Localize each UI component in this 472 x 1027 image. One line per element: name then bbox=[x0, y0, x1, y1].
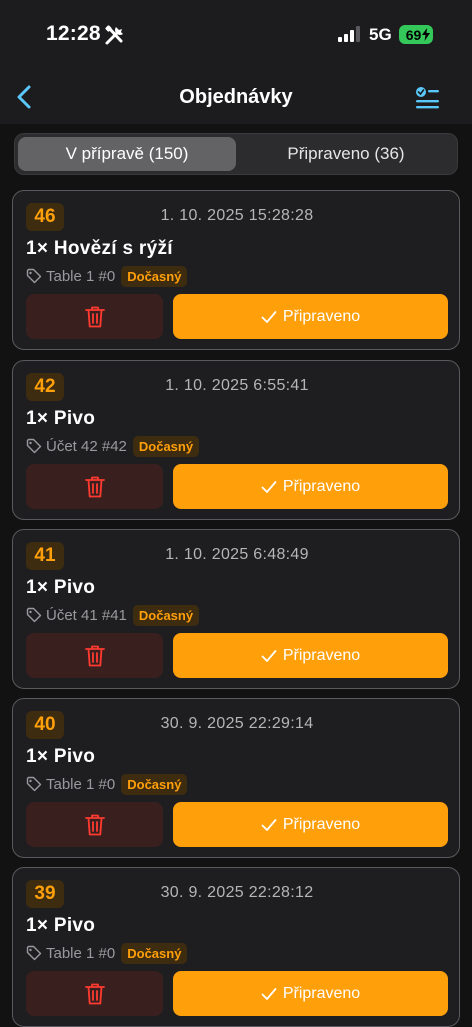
mark-ready-button[interactable]: Připraveno bbox=[173, 464, 448, 509]
trash-icon bbox=[84, 306, 105, 327]
mark-ready-button[interactable]: Připraveno bbox=[173, 633, 448, 678]
tag-icon bbox=[26, 607, 42, 623]
delete-button[interactable] bbox=[26, 464, 163, 509]
order-card: 39 30. 9. 2025 22:28:12 1× Pivo Table 1 … bbox=[12, 867, 460, 1027]
checkmark-icon bbox=[261, 480, 277, 493]
checkmark-icon bbox=[261, 818, 277, 831]
checkmark-icon bbox=[261, 649, 277, 662]
status-badge: Dočasný bbox=[121, 773, 188, 795]
mark-ready-label: Připraveno bbox=[282, 984, 361, 1002]
order-meta: Table 1 #0 Dočasný bbox=[26, 773, 188, 795]
status-bar: 12:28 5G 69 bbox=[0, 0, 472, 72]
checkmark-icon bbox=[261, 987, 277, 1000]
order-meta: Účet 41 #41 Dočasný bbox=[26, 604, 200, 626]
status-badge: Dočasný bbox=[121, 265, 188, 287]
mark-ready-button[interactable]: Připraveno bbox=[173, 802, 448, 847]
status-time: 12:28 bbox=[46, 22, 101, 45]
order-item: 1× Hovězí s rýží bbox=[26, 238, 173, 259]
order-item: 1× Pivo bbox=[26, 577, 96, 598]
order-timestamp: 1. 10. 2025 15:28:28 bbox=[160, 207, 314, 224]
trash-icon bbox=[84, 814, 105, 835]
delete-button[interactable] bbox=[26, 633, 163, 678]
delete-button[interactable] bbox=[26, 971, 163, 1016]
order-item: 1× Pivo bbox=[26, 746, 96, 767]
bolt-icon bbox=[422, 28, 430, 41]
order-card: 41 1. 10. 2025 6:48:49 1× Pivo Účet 41 #… bbox=[12, 529, 460, 689]
order-timestamp: 30. 9. 2025 22:29:14 bbox=[160, 715, 314, 732]
order-number-badge: 42 bbox=[26, 373, 64, 401]
order-meta: Účet 42 #42 Dočasný bbox=[26, 435, 200, 457]
status-badge: Dočasný bbox=[132, 604, 200, 626]
page-title: Objednávky bbox=[179, 86, 293, 108]
tools-icon bbox=[105, 25, 123, 45]
mark-ready-label: Připraveno bbox=[282, 646, 361, 664]
tag-icon bbox=[26, 945, 42, 961]
checkmark-icon bbox=[261, 310, 277, 323]
order-number-badge: 46 bbox=[26, 203, 64, 231]
signal-icon bbox=[338, 26, 360, 42]
delete-button[interactable] bbox=[26, 802, 163, 847]
order-card: 40 30. 9. 2025 22:29:14 1× Pivo Table 1 … bbox=[12, 698, 460, 858]
order-timestamp: 1. 10. 2025 6:55:41 bbox=[165, 377, 309, 394]
network-label: 5G bbox=[369, 25, 392, 44]
tag-icon bbox=[26, 268, 42, 284]
account-label: Table 1 #0 bbox=[46, 267, 116, 285]
navigation-bar: Objednávky bbox=[0, 72, 472, 124]
order-timestamp: 1. 10. 2025 6:48:49 bbox=[165, 546, 309, 563]
order-item: 1× Pivo bbox=[26, 408, 96, 429]
tab-in-preparation[interactable]: V přípravě (150) bbox=[18, 137, 236, 171]
trash-icon bbox=[84, 476, 105, 497]
order-meta: Table 1 #0 Dočasný bbox=[26, 942, 188, 964]
order-number-badge: 39 bbox=[26, 880, 64, 908]
account-label: Účet 42 #42 bbox=[46, 437, 127, 455]
battery-icon: 69 bbox=[399, 25, 433, 44]
order-timestamp: 30. 9. 2025 22:28:12 bbox=[160, 884, 314, 901]
order-item: 1× Pivo bbox=[26, 915, 96, 936]
mark-ready-label: Připraveno bbox=[282, 307, 361, 325]
tag-icon bbox=[26, 776, 42, 792]
status-badge: Dočasný bbox=[121, 942, 188, 964]
tag-icon bbox=[26, 438, 42, 454]
order-card: 42 1. 10. 2025 6:55:41 1× Pivo Účet 42 #… bbox=[12, 360, 460, 520]
order-number-badge: 41 bbox=[26, 542, 64, 570]
mark-ready-label: Připraveno bbox=[282, 815, 361, 833]
account-label: Účet 41 #41 bbox=[46, 606, 127, 624]
status-badge: Dočasný bbox=[132, 435, 200, 457]
trash-icon bbox=[84, 983, 105, 1004]
account-label: Table 1 #0 bbox=[46, 944, 116, 962]
order-meta: Table 1 #0 Dočasný bbox=[26, 265, 188, 287]
status-segmented-control: V přípravě (150) Připraveno (36) bbox=[14, 133, 458, 175]
tab-prepared[interactable]: Připraveno (36) bbox=[237, 137, 455, 171]
delete-button[interactable] bbox=[26, 294, 163, 339]
account-label: Table 1 #0 bbox=[46, 775, 116, 793]
mark-ready-button[interactable]: Připraveno bbox=[173, 294, 448, 339]
trash-icon bbox=[84, 645, 105, 666]
order-number-badge: 40 bbox=[26, 711, 64, 739]
mark-ready-label: Připraveno bbox=[282, 477, 361, 495]
checklist-icon[interactable] bbox=[414, 85, 440, 111]
order-card: 46 1. 10. 2025 15:28:28 1× Hovězí s rýží… bbox=[12, 190, 460, 350]
mark-ready-button[interactable]: Připraveno bbox=[173, 971, 448, 1016]
